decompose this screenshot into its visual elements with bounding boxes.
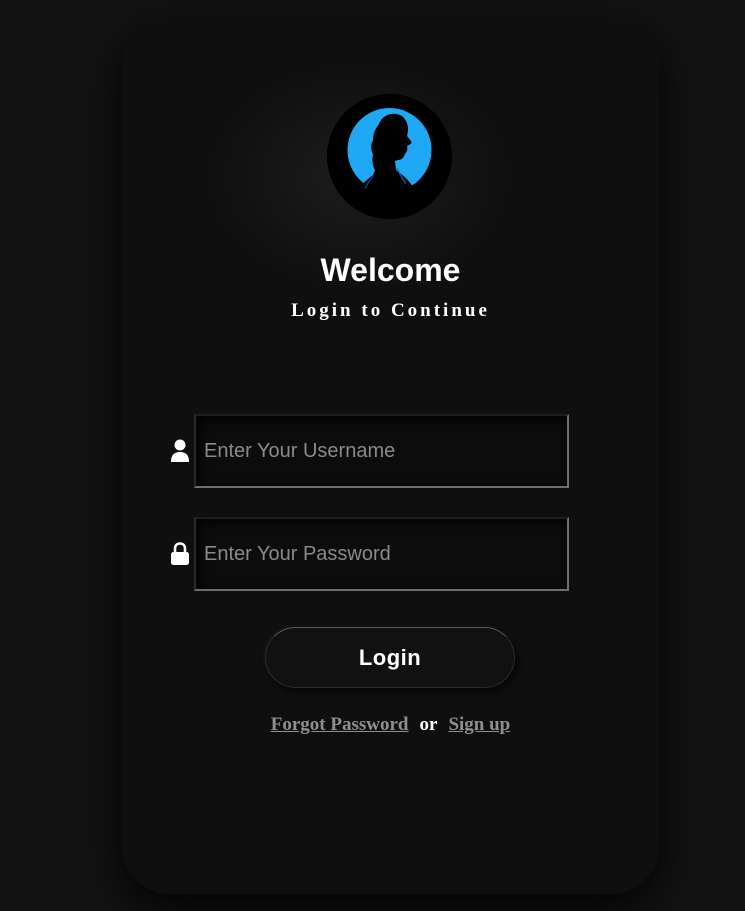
avatar bbox=[327, 94, 452, 219]
user-icon bbox=[169, 438, 191, 464]
user-silhouette-icon bbox=[327, 94, 452, 219]
username-row bbox=[169, 414, 571, 488]
auth-links: Forgot Password or Sign up bbox=[122, 713, 659, 737]
login-card: Welcome Login to Continue Login Forgot P… bbox=[122, 19, 659, 894]
password-row bbox=[169, 517, 571, 591]
forgot-password-link[interactable]: Forgot Password bbox=[271, 714, 409, 735]
login-button[interactable]: Login bbox=[265, 627, 515, 688]
page-subtitle: Login to Continue bbox=[291, 300, 490, 321]
lock-icon bbox=[169, 541, 191, 567]
links-separator: or bbox=[419, 714, 438, 735]
username-input[interactable] bbox=[194, 414, 569, 488]
sign-up-link[interactable]: Sign up bbox=[448, 714, 510, 735]
password-input[interactable] bbox=[194, 517, 569, 591]
page-title: Welcome bbox=[320, 252, 461, 288]
